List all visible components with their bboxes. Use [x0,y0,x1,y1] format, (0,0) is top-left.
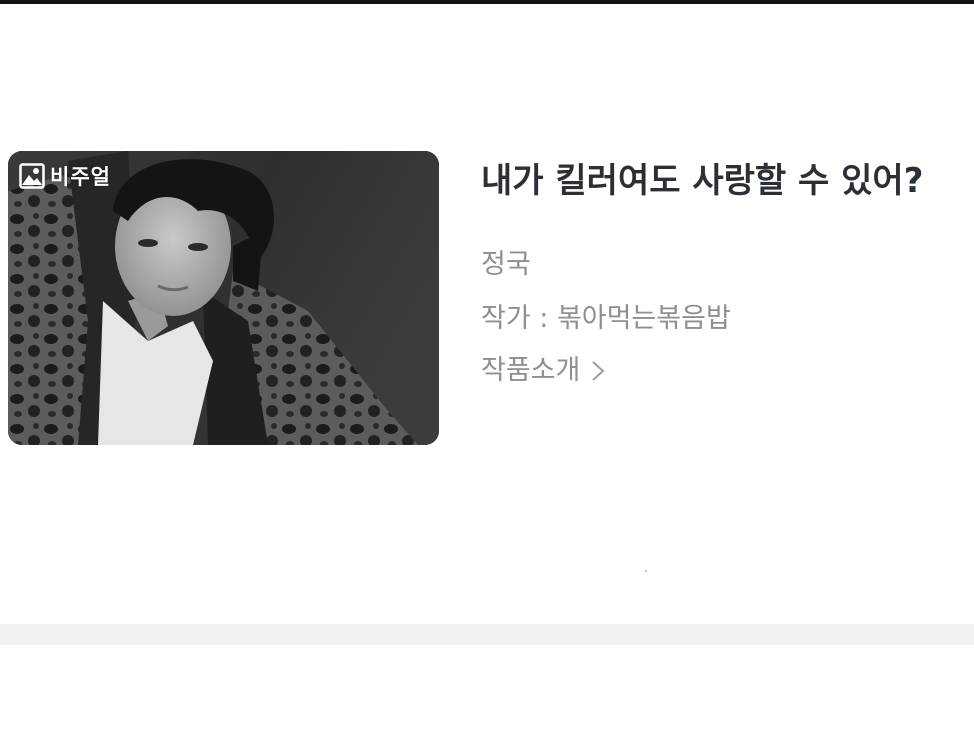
work-info: 내가 킬러여도 사랑할 수 있어? 정국 작가 : 볶아먹는볶음밥 작품소개 [481,155,974,391]
work-title: 내가 킬러여도 사랑할 수 있어? [481,161,924,201]
work-intro-link[interactable]: 작품소개 [481,351,606,391]
work-detail-page: 비주얼 내가 킬러여도 사랑할 수 있어? 정국 작가 : 볶아먹는볶음밥 작품… [0,0,974,731]
stray-dot [645,570,647,572]
section-divider [0,624,974,645]
chevron-right-icon [592,361,605,381]
image-icon [19,163,45,189]
work-intro-label: 작품소개 [481,355,581,386]
work-character: 정국 [481,249,531,280]
work-author: 작가 : 볶아먹는볶음밥 [481,303,731,334]
visual-badge-label: 비주얼 [50,165,111,189]
top-border [0,0,974,4]
visual-badge: 비주얼 [19,161,111,191]
work-thumbnail[interactable]: 비주얼 [8,151,439,445]
thumbnail-photo [8,151,439,445]
